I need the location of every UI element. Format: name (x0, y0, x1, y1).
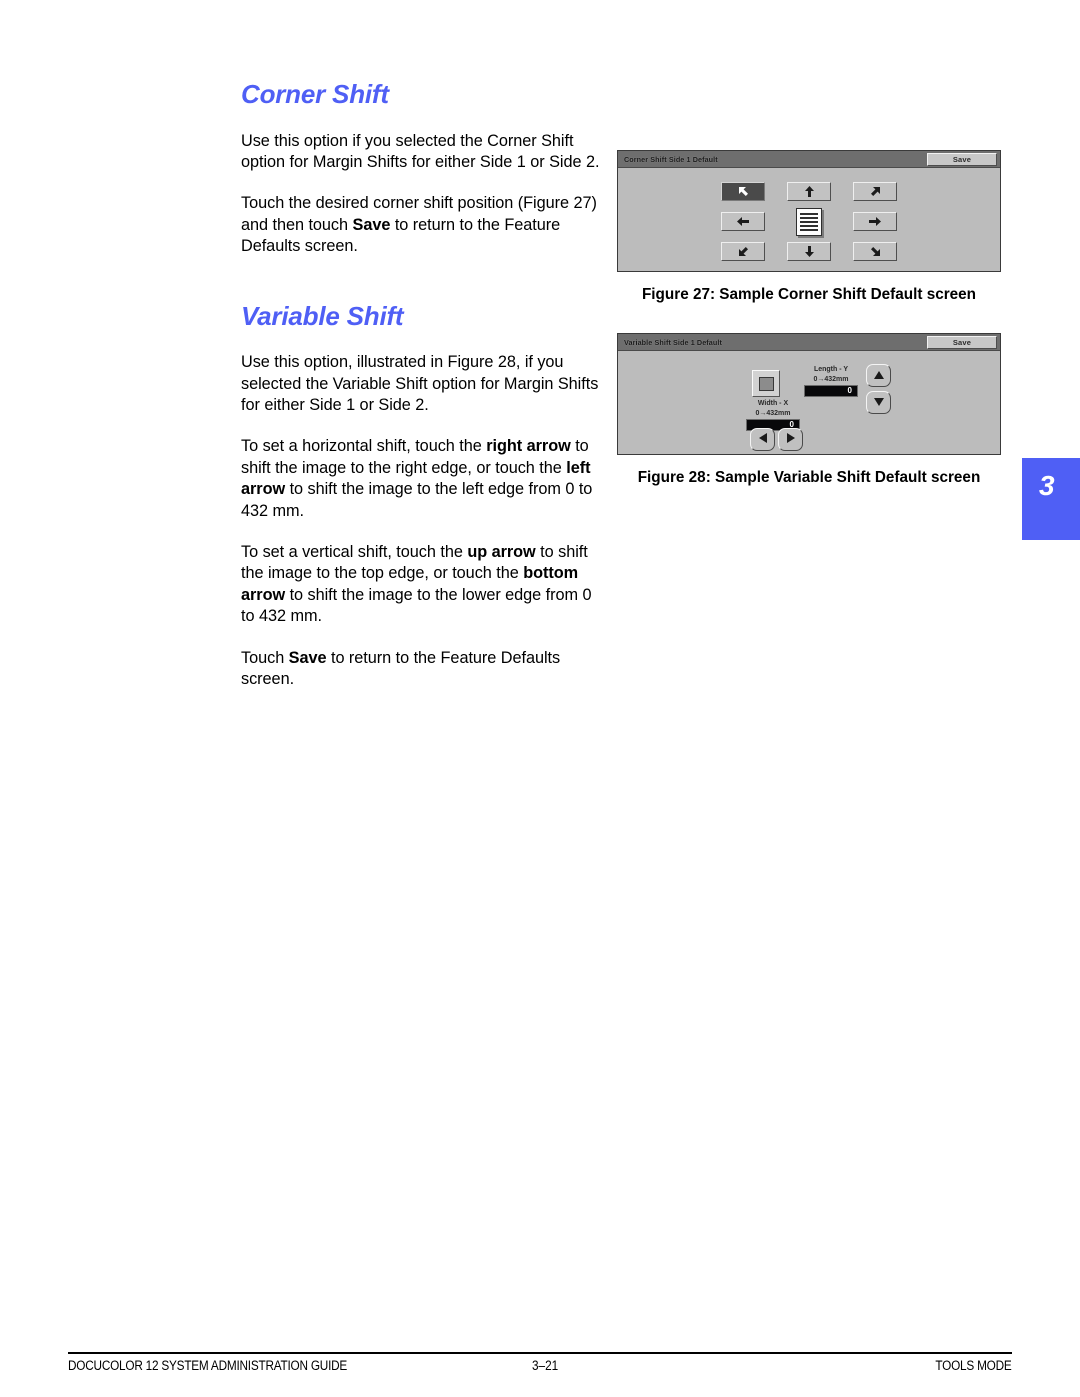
arrow-right-icon (786, 431, 796, 449)
body-text-column: Corner Shift Use this option if you sele… (241, 80, 607, 711)
arrow-left-icon (736, 216, 750, 227)
text-run: Use this option, illustrated in Figure 2… (241, 353, 599, 415)
emphasis-text: Save (352, 215, 391, 234)
paragraph: To set a horizontal shift, touch the rig… (241, 436, 607, 522)
figure-28: Variable Shift Side 1 Default Save Lengt… (617, 333, 1003, 488)
text-run: to shift the image to the lower edge fro… (241, 585, 592, 626)
width-x-field-group: Width - X 0→432mm 0 (746, 400, 800, 431)
arrow-up-left-icon (737, 185, 750, 198)
text-run: Use this option if you selected the Corn… (241, 131, 600, 171)
page-footer: DOCUCOLOR 12 SYSTEM ADMINISTRATION GUIDE… (68, 1358, 1012, 1373)
text-run: To set a horizontal shift, touch the (241, 437, 487, 456)
length-y-label: Length - Y (813, 366, 849, 373)
document-line (800, 220, 818, 223)
variable-shift-screen: Variable Shift Side 1 Default Save Lengt… (617, 333, 1001, 455)
paragraph: To set a vertical shift, touch the up ar… (241, 542, 607, 628)
arrow-up-icon (804, 185, 815, 198)
text-run: Touch (241, 648, 289, 667)
save-button-label: Save (952, 337, 972, 347)
figure-caption: Figure 27: Sample Corner Shift Default s… (641, 286, 977, 303)
length-y-range: 0→432mm (813, 375, 849, 383)
emphasis-text: Save (288, 648, 327, 667)
corner-shift-left-button[interactable] (721, 212, 765, 231)
chapter-tab: 3 (1022, 458, 1080, 540)
save-button[interactable]: Save (927, 152, 997, 166)
emphasis-text: up arrow (467, 543, 536, 562)
length-y-value: 0 (847, 386, 852, 395)
document-line (800, 212, 818, 215)
corner-shift-up-left-button[interactable] (721, 182, 765, 201)
figure-caption: Figure 28: Sample Variable Shift Default… (637, 469, 981, 486)
document-line (800, 216, 818, 219)
corner-shift-down-button[interactable] (787, 242, 831, 261)
figure-27: Corner Shift Side 1 Default Save Figure … (617, 150, 1003, 305)
page-title-variable-shift: Variable Shift (241, 300, 404, 331)
footer-guide-title: DOCUCOLOR 12 SYSTEM ADMINISTRATION GUIDE (68, 1358, 348, 1373)
arrow-down-left-icon (737, 245, 750, 258)
image-position-square-icon (758, 376, 774, 391)
variable-shift-down-button[interactable] (866, 391, 891, 414)
screen-titlebar: Corner Shift Side 1 Default Save (618, 151, 1000, 168)
save-button[interactable]: Save (927, 335, 997, 349)
variable-shift-body: Length - Y 0→432mm 0 Width - X 0→432mm 0 (618, 352, 1000, 454)
document-line (800, 228, 818, 231)
footer-page-number: 3–21 (532, 1358, 559, 1373)
length-y-field-group: Length - Y 0→432mm 0 (804, 366, 858, 397)
text-run: To set a vertical shift, touch the (241, 543, 468, 562)
image-position-indicator (752, 370, 780, 397)
variable-shift-left-button[interactable] (750, 428, 775, 451)
arrow-up-right-icon (869, 185, 882, 198)
corner-shift-screen: Corner Shift Side 1 Default Save (617, 150, 1001, 272)
corner-shift-down-left-button[interactable] (721, 242, 765, 261)
variable-shift-right-button[interactable] (778, 428, 803, 451)
screen-title: Corner Shift Side 1 Default (624, 154, 718, 164)
document-line (800, 224, 818, 227)
paragraph: Touch the desired corner shift position … (241, 193, 607, 257)
corner-shift-right-button[interactable] (853, 212, 897, 231)
length-y-value-field[interactable]: 0 (804, 384, 858, 397)
width-x-label: Width - X (757, 400, 789, 407)
corner-shift-down-right-button[interactable] (853, 242, 897, 261)
paragraph: Use this option if you selected the Corn… (241, 131, 607, 174)
arrow-down-icon (873, 394, 885, 412)
footer-section-name: TOOLS MODE (935, 1358, 1012, 1373)
page-title-corner-shift: Corner Shift (241, 79, 389, 109)
arrow-down-icon (804, 245, 815, 258)
figure-column: Corner Shift Side 1 Default Save Figure … (617, 150, 1003, 488)
corner-shift-up-button[interactable] (787, 182, 831, 201)
arrow-left-icon (758, 431, 768, 449)
arrow-right-icon (868, 216, 882, 227)
corner-shift-up-right-button[interactable] (853, 182, 897, 201)
paragraph: Use this option, illustrated in Figure 2… (241, 352, 607, 416)
width-x-range: 0→432mm (755, 409, 791, 417)
paragraph: Touch Save to return to the Feature Defa… (241, 648, 607, 691)
chapter-number: 3 (1039, 470, 1055, 501)
corner-shift-center-image (796, 207, 822, 236)
corner-shift-grid (718, 177, 900, 266)
save-button-label: Save (952, 154, 972, 164)
footer-divider (68, 1352, 1012, 1354)
screen-titlebar: Variable Shift Side 1 Default Save (618, 334, 1000, 351)
emphasis-text: right arrow (486, 437, 571, 456)
arrow-down-right-icon (869, 245, 882, 258)
text-run: to shift the image to the left edge from… (241, 480, 593, 520)
screen-title: Variable Shift Side 1 Default (624, 337, 722, 347)
corner-shift-grid-wrapper (618, 177, 1000, 266)
variable-shift-up-button[interactable] (866, 364, 891, 387)
arrow-up-icon (873, 367, 885, 385)
document-page: Corner Shift Use this option if you sele… (0, 0, 1080, 1397)
